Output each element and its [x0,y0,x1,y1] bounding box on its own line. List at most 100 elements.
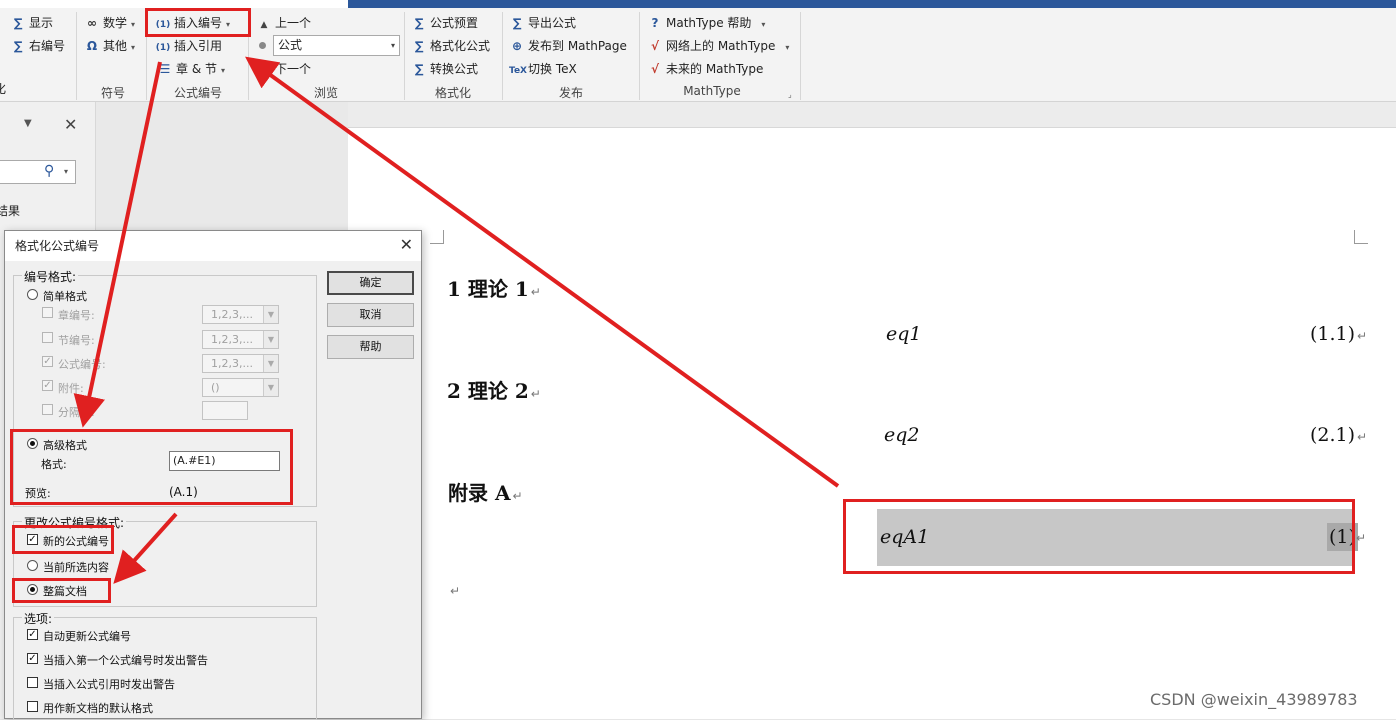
help-button[interactable]: 帮助 [327,335,414,359]
chapter-number-checkbox[interactable] [42,307,53,318]
enclosure-select[interactable]: () ▼ [202,378,279,397]
current-selection-radio[interactable] [27,560,38,571]
other-symbols-button[interactable]: Ω 其他 ▾ [84,36,135,56]
chapter-number-select[interactable]: 1,2,3,... ▼ [202,305,279,324]
simple-format-label: 简单格式 [43,290,87,303]
annotation-box-whole-document [12,578,111,603]
results-tab[interactable]: 结果 [0,202,20,219]
simple-format-radio[interactable] [27,289,38,300]
warn-reference-label: 当插入公式引用时发出警告 [43,678,175,691]
export-equations-button[interactable]: ∑ 导出公式 [509,13,576,33]
insert-reference-button[interactable]: (1) 插入引用 [155,36,222,56]
mathtype-help-button[interactable]: ? MathType 帮助 ▾ [647,13,766,33]
chevron-down-icon: ▼ [263,355,278,372]
annotation-box-insert-number [145,8,251,37]
ok-button[interactable]: 确定 [327,271,414,295]
toggle-tex-button[interactable]: TeX切换 TeX [509,59,577,79]
dialog-title: 格式化公式编号 [5,231,421,261]
equation-preset-button[interactable]: ∑ 公式预置 [411,13,478,33]
annotation-box-new-numbers [12,525,114,554]
separator-checkbox[interactable] [42,404,53,415]
right-number-button[interactable]: ∑ 右编号 [10,36,65,56]
omega-icon: Ω [86,39,98,53]
math-button[interactable]: ∞ 数学 ▾ [84,13,135,33]
sigma-icon: ∑ [414,62,424,76]
annotation-box-equation [843,499,1355,574]
equation-number-select[interactable]: 1,2,3,... ▼ [202,354,279,373]
auto-update-label: 自动更新公式编号 [43,630,131,643]
group-label-publish: 发布 [558,86,583,100]
sigma-icon: ∑ [414,16,424,30]
arrow-up-icon: ▲ [260,20,268,30]
sigma-icon: ∑ [414,39,424,53]
heading-2: 2 理论 2 ↵ [447,379,541,403]
equation-number-1: (1.1) ↵ [1310,323,1368,345]
heading-1: 1 理论 1 ↵ [447,277,541,301]
sigma-icon: ∑ [13,16,23,30]
chevron-down-icon: ▾ [761,20,766,29]
chevron-down-icon: ▾ [785,43,790,52]
use-default-checkbox[interactable] [27,701,38,712]
equation-1[interactable]: eq1 [886,323,922,345]
chevron-down-icon: ▼ [263,306,278,323]
mathtype-logo-icon: √ [650,39,659,53]
group-label-format: 格式化 [434,86,471,100]
next-button[interactable]: 下一个 [275,59,311,79]
group-label-mathtype: MathType [683,84,741,98]
search-input[interactable]: ⚲ ▾ [0,160,76,184]
sigma-icon: ∑ [512,16,522,30]
sigma-icon: ∑ [13,39,23,53]
equation-2[interactable]: eq2 [884,424,920,446]
list-icon: ☰ [159,62,171,76]
group-label-symbols: 符号 [100,86,125,100]
paragraph-mark: ↵ [450,584,461,598]
group-label-equation-numbers: 公式编号 [173,86,222,100]
pane-options-icon[interactable]: ▼ [24,118,32,129]
equation-number-checkbox[interactable]: ✓ [42,356,53,367]
auto-update-checkbox[interactable]: ✓ [27,629,38,640]
separator-input[interactable] [202,401,248,420]
enclosure-label: 附件: [58,382,84,395]
dialog-launcher-icon[interactable]: ⌟ [788,90,792,99]
section-number-checkbox[interactable] [42,332,53,343]
mathtype-online-button[interactable]: √ 网络上的 MathType ▾ [647,36,789,56]
warn-first-label: 当插入第一个公式编号时发出警告 [43,654,208,667]
browse-target-icon [259,42,266,49]
ribbon-partial-label: 化 [0,82,7,96]
annotation-box-advanced-format [10,429,293,505]
help-icon: ? [651,16,659,30]
paragraph-mark: ↵ [1356,531,1367,545]
current-selection-label: 当前所选内容 [43,561,109,574]
chevron-down-icon: ▾ [390,41,395,50]
chapter-number-label: 章编号: [58,309,95,322]
show-button[interactable]: ∑ 显示 [10,13,53,33]
chapter-section-button[interactable]: ☰ 章 & 节 ▾ [157,59,225,79]
search-icon: ⚲ [44,163,55,179]
ruler [348,102,1396,128]
cancel-button[interactable]: 取消 [327,303,414,327]
infinity-icon: ∞ [87,16,97,30]
close-icon[interactable]: ✕ [400,235,413,255]
use-default-label: 用作新文档的默认格式 [43,702,153,715]
chevron-down-icon: ▾ [131,43,136,52]
section-number-label: 节编号: [58,334,95,347]
chevron-down-icon: ▾ [64,167,69,176]
appendix-heading: 附录 A ↵ [448,481,523,505]
publish-mathpage-button[interactable]: ⊕ 发布到 MathPage [509,36,627,56]
section-number-select[interactable]: 1,2,3,... ▼ [202,330,279,349]
document-page[interactable] [348,128,1396,719]
format-equations-button[interactable]: ∑ 格式化公式 [411,36,490,56]
mathtype-future-button[interactable]: √ 未来的 MathType [647,59,763,79]
chevron-down-icon: ▼ [263,379,278,396]
warn-first-checkbox[interactable]: ✓ [27,653,38,664]
enclosure-checkbox[interactable]: ✓ [42,380,53,391]
separator-label: 分隔符: [58,406,95,419]
globe-icon: ⊕ [511,39,523,53]
tex-icon: TeX [509,66,527,76]
convert-equations-button[interactable]: ∑ 转换公式 [411,59,478,79]
previous-button[interactable]: ▲ 上一个 [256,13,311,33]
close-icon[interactable]: ✕ [64,115,77,134]
warn-reference-checkbox[interactable] [27,677,38,688]
chevron-down-icon: ▾ [131,20,136,29]
browse-target-select[interactable]: 公式 ▾ [273,35,400,56]
